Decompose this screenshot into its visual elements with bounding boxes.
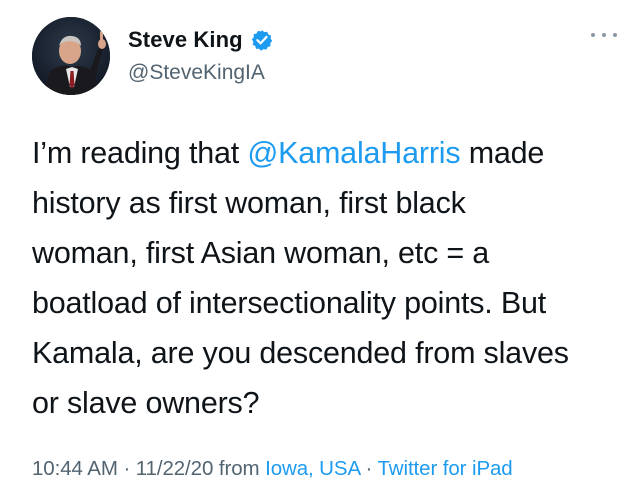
tweet-line-text: I’m reading that xyxy=(32,136,248,170)
more-options-icon[interactable] xyxy=(591,28,617,42)
author-handle[interactable]: @SteveKingIA xyxy=(128,61,265,85)
tweet-card: Steve King @SteveKingIA I’m reading that… xyxy=(0,0,639,499)
tweet-time[interactable]: 10:44 AM xyxy=(32,457,118,480)
tweet-line: I’m reading that @KamalaHarris made xyxy=(32,128,627,178)
dot-icon xyxy=(602,33,606,37)
tweet-line: boatload of intersectionality points. Bu… xyxy=(32,286,547,320)
meta-separator: · xyxy=(123,457,131,480)
author-display-name[interactable]: Steve King xyxy=(128,27,243,53)
tweet-meta: 10:44 AM · 11/22/20 from Iowa, USA · Twi… xyxy=(32,457,513,481)
author-name-row: Steve King xyxy=(128,27,273,53)
verified-badge-icon xyxy=(251,29,273,51)
dot-icon xyxy=(613,33,617,37)
location-link[interactable]: Iowa, USA xyxy=(265,457,360,480)
dot-icon xyxy=(591,33,595,37)
mention-link[interactable]: @KamalaHarris xyxy=(247,136,460,170)
tweet-text: I’m reading that @KamalaHarris made hist… xyxy=(32,128,627,428)
client-link[interactable]: Twitter for iPad xyxy=(378,457,513,480)
tweet-line: Kamala, are you descended from slaves xyxy=(32,336,569,370)
tweet-line: or slave owners? xyxy=(32,386,260,420)
avatar-image xyxy=(32,17,110,95)
tweet-line: woman, first Asian woman, etc = a xyxy=(32,236,490,270)
from-label: from xyxy=(218,457,260,480)
tweet-line-text: made xyxy=(460,136,545,170)
tweet-line: history as first woman, first black xyxy=(32,186,466,220)
tweet-date[interactable]: 11/22/20 xyxy=(136,457,214,480)
meta-separator: · xyxy=(365,457,373,480)
avatar[interactable] xyxy=(32,17,110,95)
